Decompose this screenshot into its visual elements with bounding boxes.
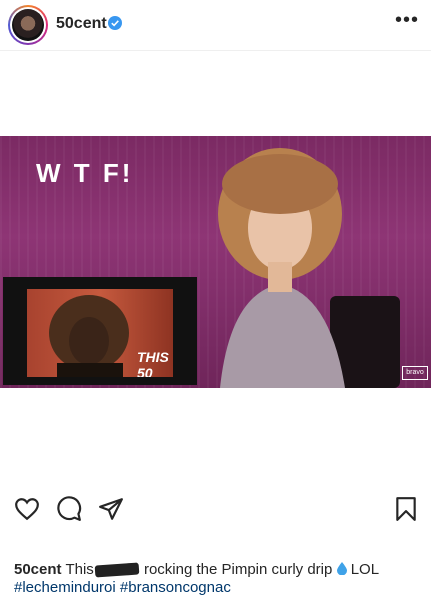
woman-figure (218, 148, 345, 388)
caption-username[interactable]: 50cent (14, 561, 62, 578)
droplet-icon (336, 562, 347, 575)
hashtag-bransoncognac[interactable]: #bransoncognac (120, 579, 231, 596)
bookmark-icon[interactable] (393, 496, 419, 522)
heart-icon[interactable] (14, 496, 40, 522)
redaction-mark (94, 562, 140, 578)
comment-icon[interactable] (56, 496, 82, 522)
caption-text-after: rocking the Pimpin curly drip (139, 561, 333, 578)
post-media[interactable]: W T F! THIS 50 bravo (0, 136, 431, 388)
hashtag-lecheminduroi[interactable]: #lecheminduroi (14, 579, 116, 596)
caption: 50cent This rocking the Pimpin curly dri… (14, 561, 419, 597)
inset-video: THIS 50 (3, 277, 197, 385)
caption-text-before: This (65, 561, 94, 578)
verified-badge-icon (108, 16, 122, 30)
caption-text-end: LOL (346, 561, 380, 578)
username[interactable]: 50cent (56, 15, 107, 33)
avatar-image (12, 9, 44, 41)
profile-avatar[interactable] (8, 5, 48, 45)
more-options-icon[interactable]: ••• (395, 10, 419, 34)
pip-logo: THIS 50 (137, 349, 169, 377)
send-icon[interactable] (98, 496, 124, 522)
post-header: 50cent ••• (0, 0, 431, 51)
network-bug: bravo (402, 366, 428, 380)
overlay-text: W T F! (36, 158, 134, 188)
action-bar (0, 490, 431, 526)
